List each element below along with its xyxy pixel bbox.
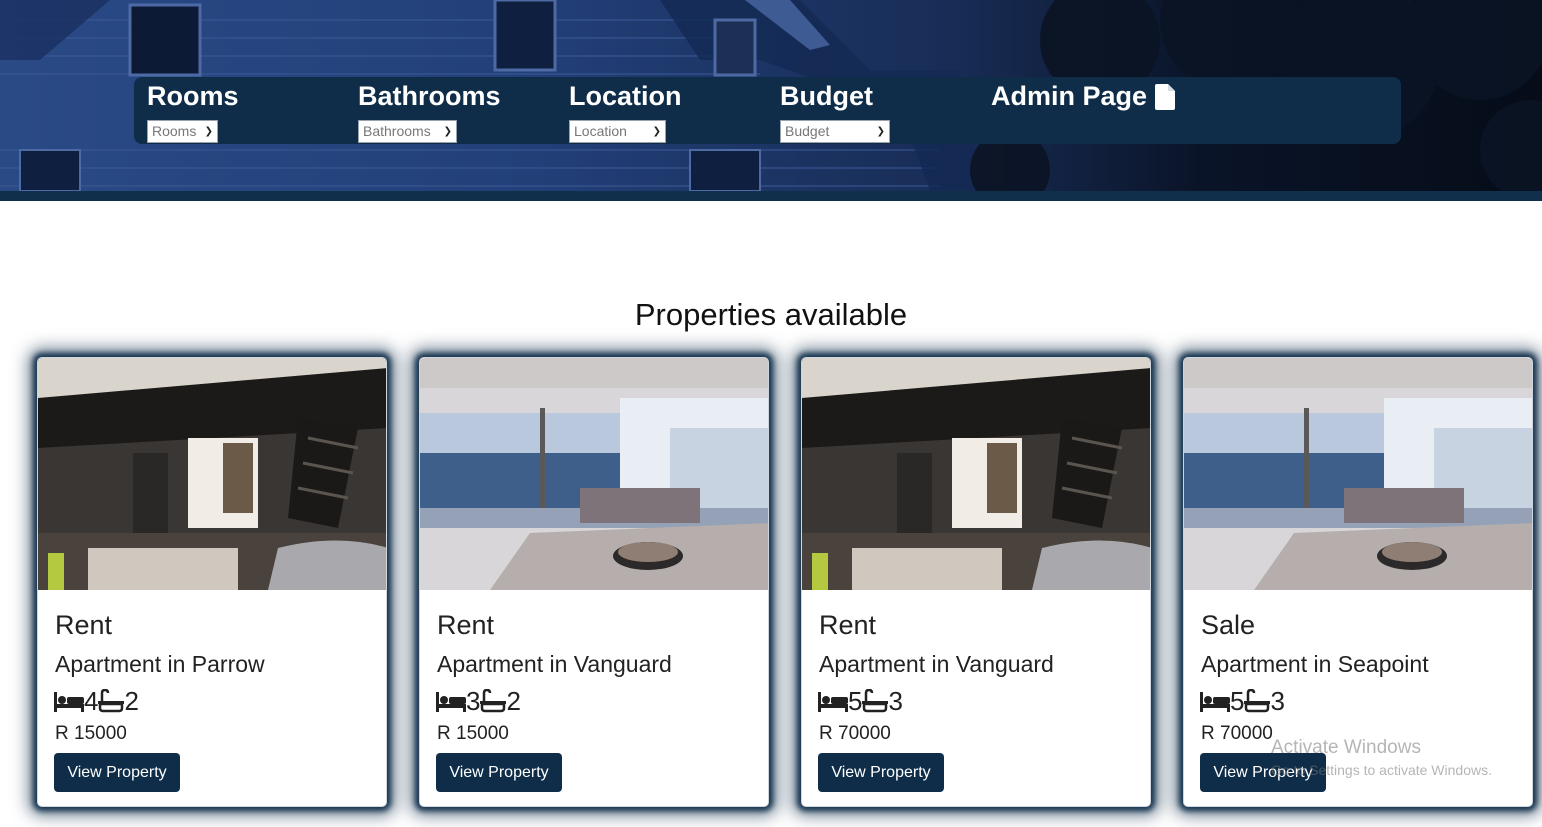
property-card: Rent Apartment in Vanguard 5 3 R 70000 V… [801,357,1151,807]
property-title: Apartment in Vanguard [437,651,672,677]
budget-select[interactable]: Budget ❯ [780,120,890,143]
bedroom-count: 4 [84,686,99,716]
property-specs: 4 2 [54,686,139,716]
chevron-down-icon: ❯ [204,126,213,137]
bed-icon [1200,692,1230,712]
property-image [420,358,768,590]
listing-type: Rent [55,610,113,640]
property-specs: 5 3 [818,686,903,716]
property-card: Rent Apartment in Vanguard 3 2 R 15000 V… [419,357,769,807]
property-price: R 70000 [1201,723,1273,744]
file-icon [1155,83,1176,110]
hero-bottom-strip [0,191,1542,201]
bathrooms-label: Bathrooms [358,81,501,111]
property-price: R 70000 [819,723,891,744]
chevron-down-icon: ❯ [652,126,661,137]
admin-page-link[interactable]: Admin Page [991,81,1176,112]
bathroom-count: 2 [124,686,139,716]
admin-page-label: Admin Page [991,81,1148,111]
bathroom-count: 3 [1270,686,1285,716]
property-title: Apartment in Vanguard [819,651,1054,677]
chevron-down-icon: ❯ [876,126,885,137]
rooms-select[interactable]: Rooms ❯ [147,120,218,143]
bed-icon [436,692,466,712]
location-label: Location [569,81,682,111]
property-specs: 5 3 [1200,686,1285,716]
listing-type: Rent [437,610,495,640]
property-price: R 15000 [55,723,127,744]
filter-bar: Rooms Rooms ❯ Bathrooms Bathrooms ❯ Loca… [134,77,1401,144]
view-property-button[interactable]: View Property [1200,753,1326,792]
listing-type: Rent [819,610,877,640]
section-title: Properties available [634,297,908,332]
bath-icon [862,689,889,713]
bathrooms-select-value: Bathrooms [363,123,431,139]
bathroom-count: 3 [888,686,903,716]
property-price: R 15000 [437,723,509,744]
property-card: Sale Apartment in Seapoint 5 3 R 70000 V… [1183,357,1533,807]
bathrooms-select[interactable]: Bathrooms ❯ [358,120,457,143]
chevron-down-icon: ❯ [443,126,452,137]
rooms-label: Rooms [147,81,239,111]
bedroom-count: 5 [1230,686,1245,716]
rooms-select-value: Rooms [152,123,197,139]
property-card: Rent Apartment in Parrow 4 2 R 15000 Vie… [37,357,387,807]
property-image [1184,358,1532,590]
budget-select-value: Budget [785,123,830,139]
view-property-button[interactable]: View Property [436,753,562,792]
bath-icon [98,689,125,713]
listing-type: Sale [1201,610,1256,640]
bed-icon [818,692,848,712]
bath-icon [480,689,507,713]
bedroom-count: 5 [848,686,863,716]
property-image [38,358,386,590]
budget-label: Budget [780,81,873,111]
property-title: Apartment in Parrow [55,651,265,677]
property-title: Apartment in Seapoint [1201,651,1429,677]
bedroom-count: 3 [466,686,481,716]
bed-icon [54,692,84,712]
property-specs: 3 2 [436,686,521,716]
view-property-button[interactable]: View Property [54,753,180,792]
location-select-value: Location [574,123,627,139]
view-property-button[interactable]: View Property [818,753,944,792]
location-select[interactable]: Location ❯ [569,120,666,143]
property-image [802,358,1150,590]
bathroom-count: 2 [506,686,521,716]
bath-icon [1244,689,1271,713]
